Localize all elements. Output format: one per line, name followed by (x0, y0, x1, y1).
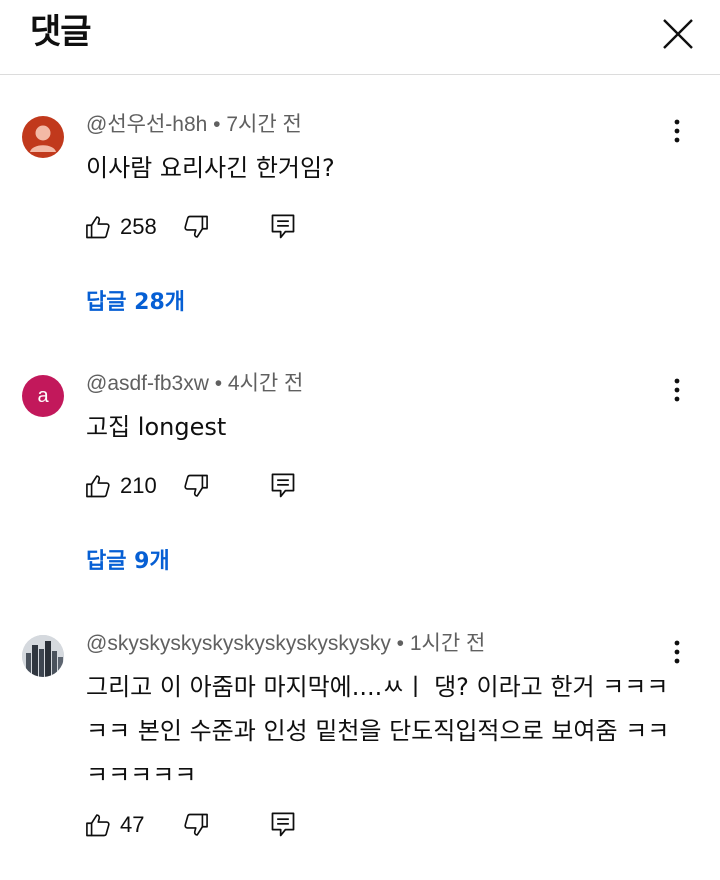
comment-icon (271, 473, 295, 498)
comment-meta: @skyskyskyskyskyskyskyskysky • 1시간 전 (86, 629, 485, 659)
more-vert-icon (674, 119, 680, 143)
comment-actions: 47 (84, 808, 324, 842)
like-count: 258 (120, 214, 157, 239)
like-button[interactable]: 258 (84, 210, 157, 244)
reply-button[interactable] (270, 469, 304, 503)
more-options-button[interactable] (662, 116, 692, 146)
comment-meta: @선우선-h8h • 7시간 전 (86, 110, 302, 140)
avatar-letter: a (37, 384, 49, 407)
comment-item: @skyskyskyskyskyskyskyskysky • 1시간 전 그리고… (0, 632, 720, 865)
comment-author[interactable]: @선우선-h8h (86, 113, 207, 136)
comment-item: a @asdf-fb3xw • 4시간 전 고집 longest 210 답글 … (0, 372, 720, 577)
more-vert-icon (674, 640, 680, 664)
reply-button[interactable] (270, 210, 304, 244)
close-icon (663, 19, 693, 49)
like-button[interactable]: 47 (84, 808, 144, 842)
comment-time: 1시간 전 (409, 632, 486, 655)
comment-item: @선우선-h8h • 7시간 전 이사람 요리사긴 한거임? 258 답글 28… (0, 113, 720, 318)
dislike-button[interactable] (182, 210, 216, 244)
comment-time: 7시간 전 (226, 113, 302, 136)
comment-text: 그리고 이 아줌마 마지막에....ㅆㅣ 댕? 이라고 한거 ㅋㅋㅋㅋㅋ 본인 … (86, 673, 670, 789)
thumbs-down-icon (184, 813, 208, 836)
like-count: 47 (120, 812, 145, 837)
more-options-button[interactable] (662, 375, 692, 405)
close-button[interactable] (656, 12, 700, 56)
meta-separator: • (213, 113, 227, 136)
comment-text: 이사람 요리사긴 한거임? (86, 154, 335, 182)
comment-author[interactable]: @asdf-fb3xw (86, 372, 209, 395)
more-vert-icon (674, 378, 680, 402)
meta-separator: • (396, 632, 410, 655)
meta-separator: • (214, 372, 228, 395)
reply-button[interactable] (270, 808, 304, 842)
dislike-button[interactable] (182, 469, 216, 503)
comment-icon (271, 812, 295, 837)
thumbs-up-icon (86, 475, 110, 498)
comment-actions: 258 (84, 210, 324, 244)
like-button[interactable]: 210 (84, 469, 157, 503)
view-replies-link[interactable]: 답글 28개 (86, 288, 185, 318)
thumbs-down-icon (184, 474, 208, 497)
more-options-button[interactable] (662, 637, 692, 667)
comment-icon (271, 214, 295, 239)
comment-author[interactable]: @skyskyskyskyskyskyskyskysky (86, 632, 391, 655)
comment-time: 4시간 전 (227, 372, 304, 395)
comments-header: 댓글 (0, 0, 720, 75)
dislike-button[interactable] (182, 808, 216, 842)
comment-actions: 210 (84, 469, 324, 503)
comment-meta: @asdf-fb3xw • 4시간 전 (86, 369, 303, 399)
avatar[interactable] (22, 116, 64, 158)
thumbs-up-icon (86, 216, 110, 239)
view-replies-link[interactable]: 답글 9개 (86, 547, 170, 577)
avatar[interactable]: a (22, 375, 64, 417)
page-title: 댓글 (30, 12, 92, 52)
thumbs-down-icon (184, 215, 208, 238)
like-count: 210 (120, 473, 157, 498)
comment-text: 고집 longest (86, 413, 227, 441)
avatar[interactable] (22, 635, 64, 677)
thumbs-up-icon (86, 814, 110, 837)
